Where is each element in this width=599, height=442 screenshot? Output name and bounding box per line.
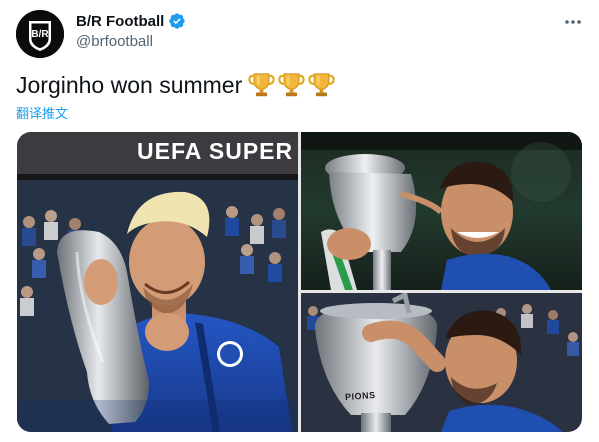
more-options-button[interactable] [562, 12, 584, 32]
trophy-icon [278, 73, 305, 97]
display-name[interactable]: B/R Football [76, 13, 164, 30]
trophy-emoji-group [248, 71, 335, 99]
trophy-icon [308, 73, 335, 97]
media-grid: UEFA SUPER C [17, 132, 582, 432]
photo-2-image [301, 132, 582, 290]
author-name-row: B/R Football [76, 12, 186, 30]
photo-3[interactable]: PIONS [301, 293, 582, 432]
user-handle[interactable]: @brfootball [76, 33, 153, 50]
br-logo-icon: B/R [16, 10, 64, 58]
tweet-text: Jorginho won summer [16, 72, 243, 98]
photo-3-image [301, 293, 582, 432]
photo-1-image [17, 132, 298, 432]
more-horizontal-icon [565, 20, 581, 24]
photo-1-banner-text: UEFA SUPER C [137, 138, 298, 164]
avatar-logo-text: B/R [31, 29, 49, 40]
photo-2[interactable] [301, 132, 582, 290]
verified-badge-icon [169, 13, 186, 29]
tweet-text-row: Jorginho won summer [16, 70, 335, 100]
translate-tweet-link[interactable]: 翻译推文 [16, 103, 68, 122]
trophy-engraving-text: PIONS [344, 389, 376, 403]
avatar[interactable]: B/R [16, 10, 64, 58]
photo-1[interactable]: UEFA SUPER C [17, 132, 298, 432]
trophy-icon [248, 73, 275, 97]
